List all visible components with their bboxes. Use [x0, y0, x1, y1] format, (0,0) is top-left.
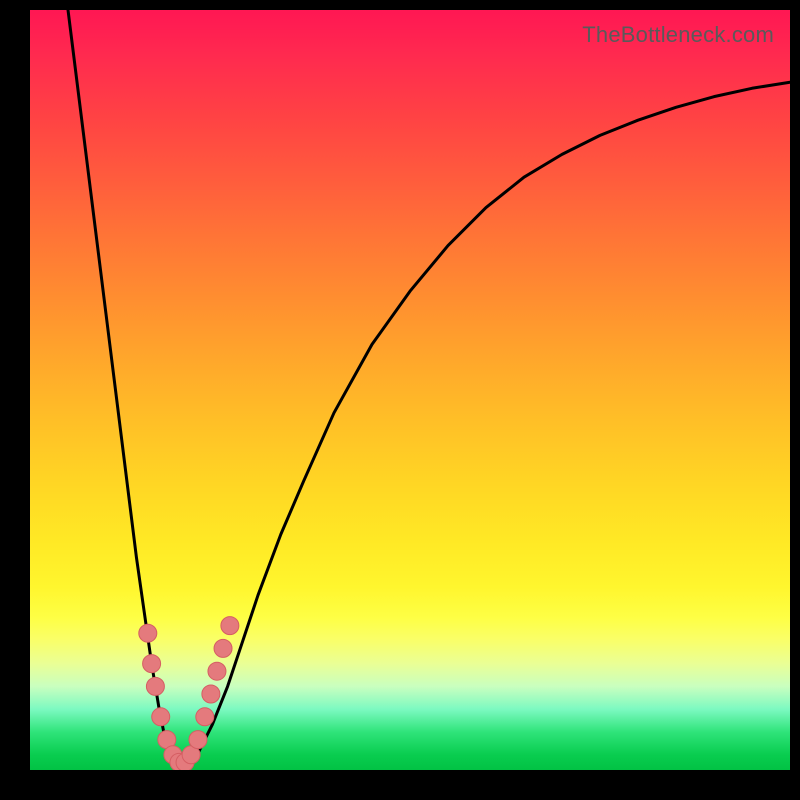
bottleneck-curve-svg	[30, 10, 790, 770]
chart-frame: TheBottleneck.com	[0, 0, 800, 800]
data-marker	[214, 639, 232, 657]
watermark-text: TheBottleneck.com	[582, 22, 774, 48]
data-marker	[221, 617, 239, 635]
data-marker	[146, 677, 164, 695]
data-marker	[143, 655, 161, 673]
data-marker	[189, 731, 207, 749]
data-marker	[202, 685, 220, 703]
data-marker	[152, 708, 170, 726]
bottleneck-curve	[68, 10, 790, 770]
plot-area: TheBottleneck.com	[30, 10, 790, 770]
data-marker	[196, 708, 214, 726]
data-marker	[139, 624, 157, 642]
data-marker	[208, 662, 226, 680]
